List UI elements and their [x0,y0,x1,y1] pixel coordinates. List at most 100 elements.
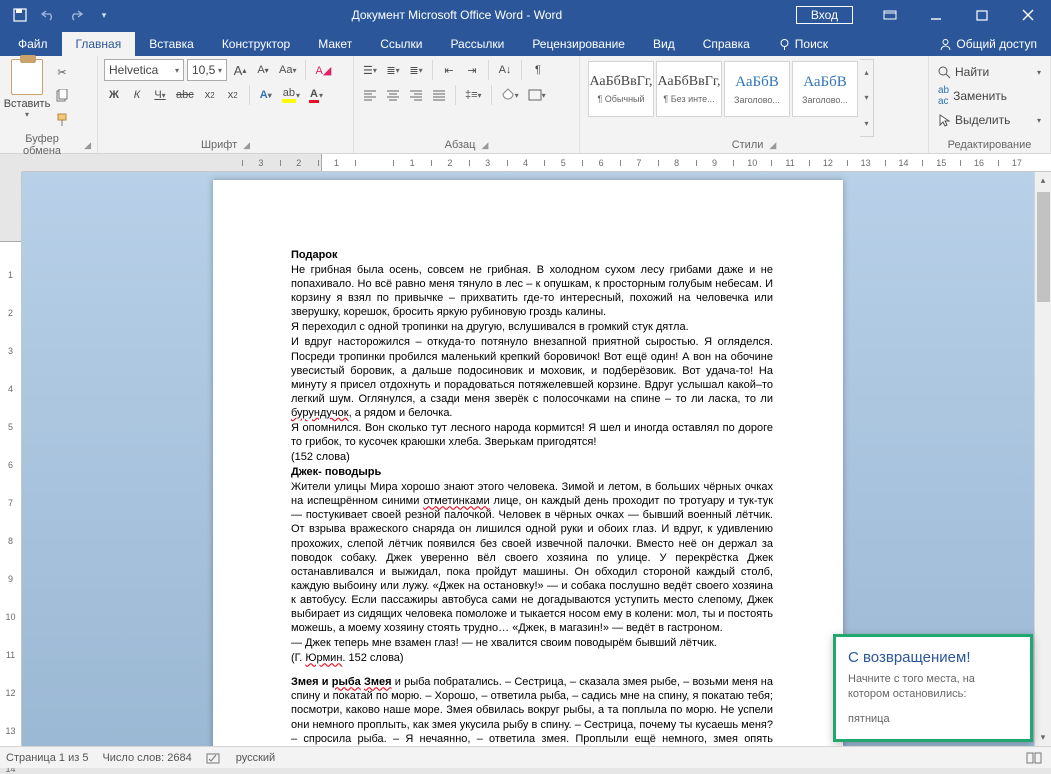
bullets-icon[interactable]: ☰▾ [360,59,380,81]
group-label-styles: Стили [732,139,764,151]
app-title: Документ Microsoft Office Word - Word [118,8,796,22]
ribbon-tabs: Файл Главная Вставка Конструктор Макет С… [0,30,1051,56]
italic-button[interactable]: К [127,84,147,106]
status-page[interactable]: Страница 1 из 5 [6,752,88,764]
dialog-launcher-icon[interactable]: ◢ [481,140,488,151]
tab-help[interactable]: Справка [689,32,764,56]
signin-button[interactable]: Вход [796,6,853,24]
sort-icon[interactable]: A↓ [495,59,515,81]
style-heading1[interactable]: АаБбВЗаголово... [724,61,790,117]
underline-button[interactable]: Ч ▾ [150,84,170,106]
share-button[interactable]: Общий доступ [925,32,1051,56]
status-language[interactable]: русский [236,752,275,764]
bold-button[interactable]: Ж [104,84,124,106]
numbering-icon[interactable]: ≣▾ [383,59,403,81]
heading-1: Подарок [291,249,338,261]
style-gallery: АаБбВвГг,¶ Обычный АаБбВвГг,¶ Без инте..… [586,59,860,137]
dialog-launcher-icon[interactable]: ◢ [769,140,776,151]
align-center-icon[interactable] [383,84,403,106]
group-font: Helvetica▾ 10,5▾ A▴ A▾ Aa▾ А◢ Ж К Ч ▾ ab… [98,56,354,153]
replace-button[interactable]: abacЗаменить [935,85,1044,107]
align-right-icon[interactable] [406,84,426,106]
dialog-launcher-icon[interactable]: ◢ [84,140,91,151]
superscript-icon[interactable]: x2 [223,84,243,106]
shrink-font-icon[interactable]: A▾ [253,59,273,81]
highlight-icon[interactable]: ab▾ [279,84,303,106]
scroll-down-icon[interactable]: ▾ [1035,729,1051,746]
tab-review[interactable]: Рецензирование [518,32,639,56]
qat-customize-icon[interactable]: ▾ [90,0,118,30]
search-icon [938,66,951,79]
read-mode-icon[interactable] [1023,749,1045,767]
style-gallery-more[interactable]: ▴▾▾ [860,59,874,137]
group-label-font: Шрифт [201,139,237,151]
tab-references[interactable]: Ссылки [366,32,436,56]
paragraph: Не грибная была осень, совсем не грибная… [291,263,773,319]
pilcrow-icon[interactable]: ¶ [528,59,548,81]
horizontal-ruler[interactable]: 3211234567891011121314151617 [22,154,1051,172]
vertical-scrollbar[interactable]: ▴ ▾ [1034,172,1051,746]
minimize-icon[interactable] [913,0,959,30]
multilevel-icon[interactable]: ≣▾ [406,59,426,81]
paragraph: — Джек теперь мне взамен глаз! — не хвал… [291,636,773,650]
tab-insert[interactable]: Вставка [135,32,208,56]
font-size-select[interactable]: 10,5▾ [187,59,227,81]
increase-indent-icon[interactable]: ⇥ [462,59,482,81]
text-effects-icon[interactable]: A▾ [256,84,276,106]
align-justify-icon[interactable] [429,84,449,106]
align-left-icon[interactable] [360,84,380,106]
format-painter-icon[interactable] [52,109,72,131]
font-color-icon[interactable]: A▾ [306,84,326,106]
group-label-paragraph: Абзац [445,139,476,151]
scroll-up-icon[interactable]: ▴ [1035,172,1051,189]
share-label: Общий доступ [956,37,1037,51]
save-icon[interactable] [6,0,34,30]
tab-mailings[interactable]: Рассылки [436,32,518,56]
style-heading2[interactable]: АаБбВЗаголово... [792,61,858,117]
copy-icon[interactable] [52,85,72,107]
group-paragraph: ☰▾ ≣▾ ≣▾ ⇤ ⇥ A↓ ¶ ‡≡▾ ▾ ▾ Абзац ◢ [354,56,580,153]
replace-icon: abac [938,85,949,107]
close-icon[interactable] [1005,0,1051,30]
ribbon-display-icon[interactable] [867,0,913,30]
dialog-launcher-icon[interactable]: ◢ [243,140,250,151]
page[interactable]: Подарок Не грибная была осень, совсем не… [213,180,843,746]
redo-icon[interactable] [62,0,90,30]
group-styles: АаБбВвГг,¶ Обычный АаБбВвГг,¶ Без инте..… [580,56,929,153]
cursor-icon [938,114,951,127]
tab-layout[interactable]: Макет [304,32,366,56]
tab-file[interactable]: Файл [4,32,62,56]
welcome-title: С возвращением! [848,649,1018,666]
paste-label: Вставить [4,98,51,110]
subscript-icon[interactable]: x2 [200,84,220,106]
status-words[interactable]: Число слов: 2684 [102,752,191,764]
change-case-icon[interactable]: Aa▾ [276,59,299,81]
grow-font-icon[interactable]: A▴ [230,59,250,81]
strike-button[interactable]: abc [173,84,197,106]
tab-home[interactable]: Главная [62,32,136,56]
style-no-spacing[interactable]: АаБбВвГг,¶ Без инте... [656,61,722,117]
tab-design[interactable]: Конструктор [208,32,304,56]
clear-format-icon[interactable]: А◢ [312,59,334,81]
vertical-ruler[interactable]: 1234567891011121314 [0,172,22,746]
font-name-select[interactable]: Helvetica▾ [104,59,184,81]
borders-icon[interactable]: ▾ [525,84,549,106]
paste-button[interactable]: Вставить ▾ [6,59,48,131]
decrease-indent-icon[interactable]: ⇤ [439,59,459,81]
find-button[interactable]: Найти▾ [935,61,1044,83]
welcome-back-popup[interactable]: С возвращением! Начните с того места, на… [833,634,1033,742]
maximize-icon[interactable] [959,0,1005,30]
source-line: (Г. Юрмин. 152 слова) [291,651,773,665]
spellcheck-icon[interactable] [206,751,222,765]
undo-icon[interactable] [34,0,62,30]
style-normal[interactable]: АаБбВвГг,¶ Обычный [588,61,654,117]
line-spacing-icon[interactable]: ‡≡▾ [462,84,485,106]
shading-icon[interactable]: ▾ [498,84,522,106]
paragraph: Змея и рыба Змея и рыба побратались. – С… [291,675,773,746]
tell-me-search[interactable]: Поиск [764,32,842,56]
select-button[interactable]: Выделить▾ [935,109,1044,131]
cut-icon[interactable]: ✂ [52,61,72,83]
paragraph: Я опомнился. Вон сколько тут лесного нар… [291,421,773,449]
tab-view[interactable]: Вид [639,32,689,56]
scroll-thumb[interactable] [1037,192,1050,302]
